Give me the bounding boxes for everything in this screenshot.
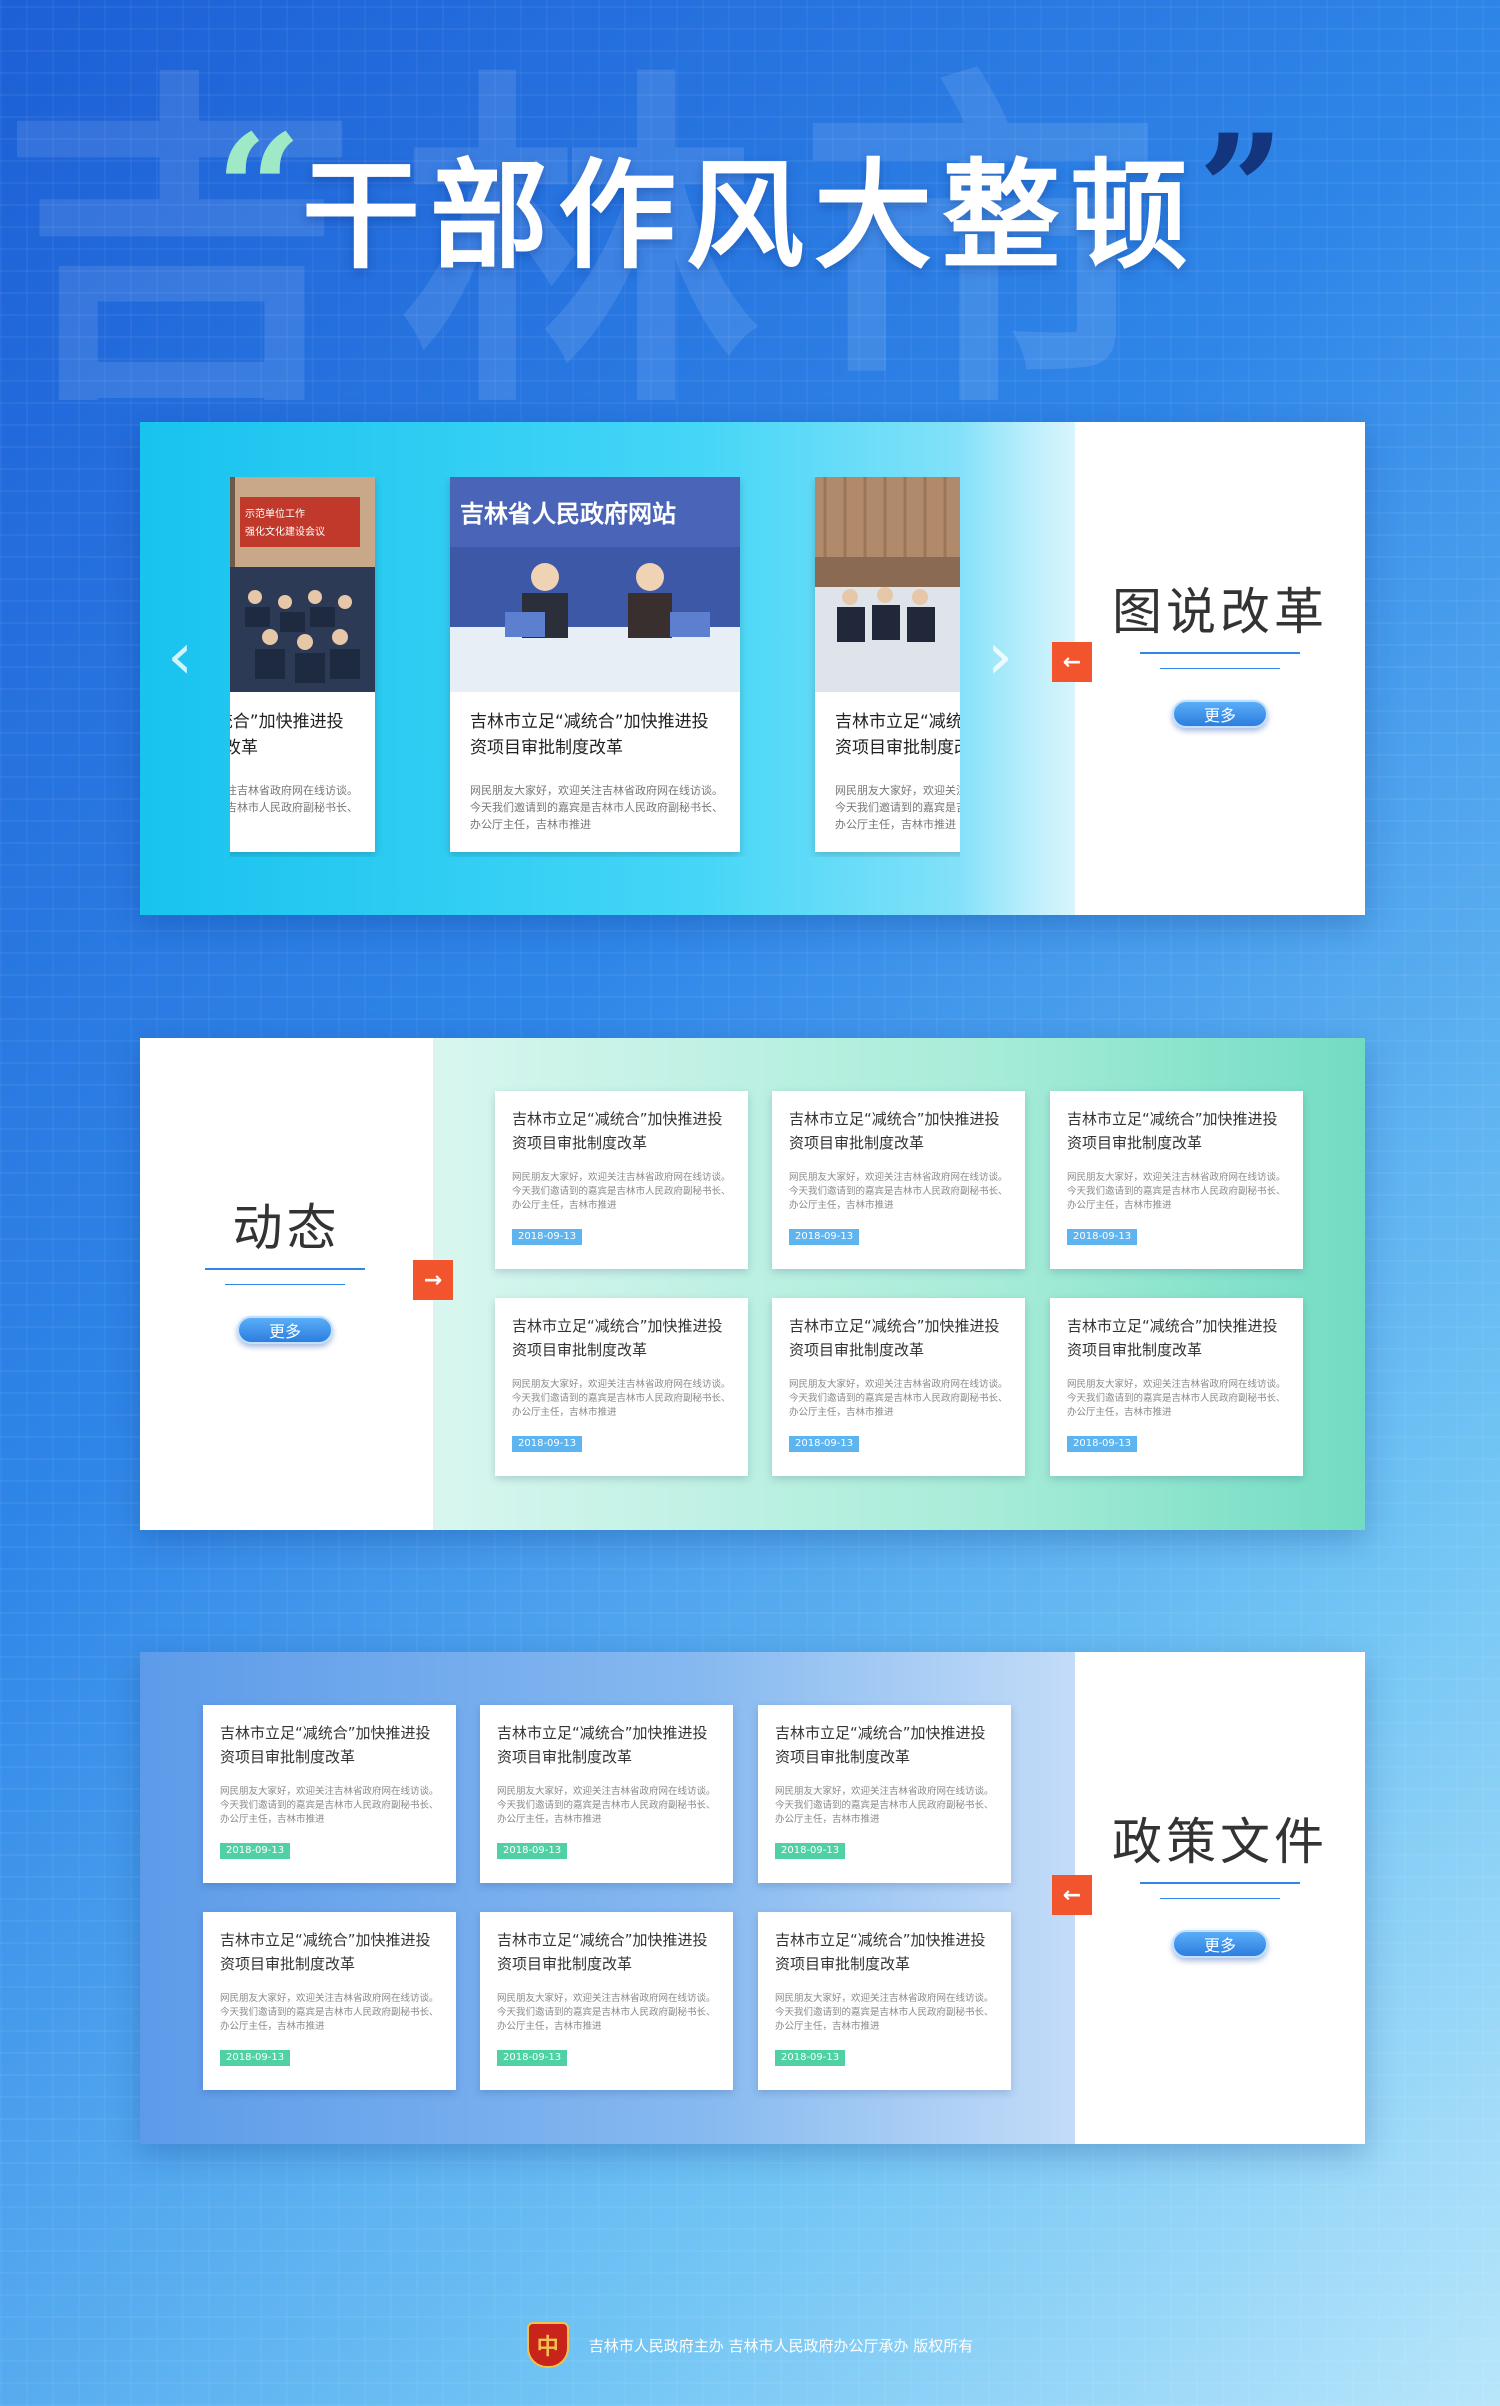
news-card-headline: 吉林市立足“减统合”加快推进投资项目审批制度改革 [512,1110,723,1152]
policy-date-badge: 2018-09-13 [497,1843,568,1859]
carousel-prev-button[interactable]: ‹ [160,625,200,689]
policy-card-headline: 吉林市立足“减统合”加快推进投资项目审批制度改革 [775,1724,986,1766]
title-underline [205,1268,365,1270]
section-news: 动态 更多 → 吉林市立足“减统合”加快推进投资项目审批制度改革 网民朋友大家好… [140,1038,1365,1530]
photo-card-headline: 吉林市立足“减统合”加快推进投资项目审批制度改革 [835,712,960,758]
photo-card-excerpt: 网民朋友大家好，欢迎关注吉林省政府网在线访谈。今天我们邀请到的嘉宾是吉林市人民政… [470,784,723,831]
policy-date-badge: 2018-09-13 [220,2050,291,2066]
more-button[interactable]: 更多 [1172,700,1268,728]
section-side-panel: 图说改革 更多 [1075,422,1365,915]
footer: 中 吉林市人民政府主办 吉林市人民政府办公厅承办 版权所有 [0,2315,1500,2375]
policy-card-headline: 吉林市立足“减统合”加快推进投资项目审批制度改革 [220,1724,431,1766]
page-title-text: 干部作风大整顿 [301,146,1198,285]
policy-card-excerpt: 网民朋友大家好，欢迎关注吉林省政府网在线访谈。今天我们邀请到的嘉宾是吉林市人民政… [497,1786,716,1825]
footer-copyright: 吉林市人民政府主办 吉林市人民政府办公厅承办 版权所有 [588,2336,974,2355]
policy-card[interactable]: 吉林市立足“减统合”加快推进投资项目审批制度改革 网民朋友大家好，欢迎关注吉林省… [480,1912,733,2090]
policy-date-badge: 2018-09-13 [220,1843,291,1859]
section-title: 政策文件 [1112,1813,1328,1871]
photo-card-excerpt: 网民朋友大家好，欢迎关注吉林省政府网在线访谈。今天我们邀请到的嘉宾是吉林市人民政… [835,784,960,831]
news-date-badge: 2018-09-13 [1067,1229,1138,1245]
policy-card[interactable]: 吉林市立足“减统合”加快推进投资项目审批制度改革 网民朋友大家好，欢迎关注吉林省… [758,1705,1011,1883]
news-date-badge: 2018-09-13 [789,1436,860,1452]
policy-card[interactable]: 吉林市立足“减统合”加快推进投资项目审批制度改革 网民朋友大家好，欢迎关注吉林省… [480,1705,733,1883]
more-button[interactable]: 更多 [1172,1930,1268,1958]
news-card[interactable]: 吉林市立足“减统合”加快推进投资项目审批制度改革 网民朋友大家好，欢迎关注吉林省… [1050,1091,1303,1269]
policy-card-excerpt: 网民朋友大家好，欢迎关注吉林省政府网在线访谈。今天我们邀请到的嘉宾是吉林市人民政… [220,1786,439,1825]
news-card[interactable]: 吉林市立足“减统合”加快推进投资项目审批制度改革 网民朋友大家好，欢迎关注吉林省… [495,1091,748,1269]
policy-card-excerpt: 网民朋友大家好，欢迎关注吉林省政府网在线访谈。今天我们邀请到的嘉宾是吉林市人民政… [220,1993,439,2032]
photo: 吉林省人民政府网站 [450,477,740,692]
section-side-panel: 动态 更多 [140,1038,433,1530]
section-title: 动态 [232,1199,341,1257]
photo-card[interactable]: 示范单位工作 强化文化建设会议 吉林市立足“减统合”加快推进投资项目审批制度改革… [230,477,375,852]
title-underline-short [1160,1898,1280,1899]
policy-card-headline: 吉林市立足“减统合”加快推进投资项目审批制度改革 [220,1931,431,1973]
section-policy-documents: 吉林市立足“减统合”加快推进投资项目审批制度改革 网民朋友大家好，欢迎关注吉林省… [140,1652,1365,2144]
photo-card[interactable]: 吉林省人民政府网站 吉林市立足“减统合”加快推进投资项目审批制度改革 网民朋友大… [450,477,740,852]
title-underline-short [1160,668,1280,669]
news-card-excerpt: 网民朋友大家好，欢迎关注吉林省政府网在线访谈。今天我们邀请到的嘉宾是吉林市人民政… [1067,1379,1286,1418]
title-underline [1140,1882,1300,1884]
svg-text:吉林省人民政府网站: 吉林省人民政府网站 [460,500,676,528]
news-card-headline: 吉林市立足“减统合”加快推进投资项目审批制度改革 [789,1110,1000,1152]
policy-card-excerpt: 网民朋友大家好，欢迎关注吉林省政府网在线访谈。今天我们邀请到的嘉宾是吉林市人民政… [775,1786,994,1825]
photo-card-headline: 吉林市立足“减统合”加快推进投资项目审批制度改革 [230,712,344,758]
news-card[interactable]: 吉林市立足“减统合”加快推进投资项目审批制度改革 网民朋友大家好，欢迎关注吉林省… [772,1091,1025,1269]
section-title: 图说改革 [1112,583,1328,641]
policy-card-excerpt: 网民朋友大家好，欢迎关注吉林省政府网在线访谈。今天我们邀请到的嘉宾是吉林市人民政… [497,1993,716,2032]
section-picture-reform: 示范单位工作 强化文化建设会议 吉林市立足“减统合”加快推进投资项目审批制度改革… [140,422,1365,915]
policy-card[interactable]: 吉林市立足“减统合”加快推进投资项目审批制度改革 网民朋友大家好，欢迎关注吉林省… [203,1912,456,2090]
policy-date-badge: 2018-09-13 [497,2050,568,2066]
photo-card-headline: 吉林市立足“减统合”加快推进投资项目审批制度改革 [470,712,709,758]
news-card-headline: 吉林市立足“减统合”加快推进投资项目审批制度改革 [1067,1317,1278,1359]
policy-card-headline: 吉林市立足“减统合”加快推进投资项目审批制度改革 [497,1931,708,1973]
policy-date-badge: 2018-09-13 [775,2050,846,2066]
page-title: “ 干部作风大整顿 ” [200,115,1300,290]
policy-card-headline: 吉林市立足“减统合”加快推进投资项目审批制度改革 [775,1931,986,1973]
arrow-left-icon[interactable]: ← [1052,642,1092,682]
news-card[interactable]: 吉林市立足“减统合”加快推进投资项目审批制度改革 网民朋友大家好，欢迎关注吉林省… [1050,1298,1303,1476]
photo-card[interactable]: 吉林市立足“减统合”加快推进投资项目审批制度改革 网民朋友大家好，欢迎关注吉林省… [815,477,960,852]
government-emblem-icon: 中 [526,2322,569,2368]
news-card-excerpt: 网民朋友大家好，欢迎关注吉林省政府网在线访谈。今天我们邀请到的嘉宾是吉林市人民政… [512,1379,731,1418]
arrow-left-icon[interactable]: ← [1052,1875,1092,1915]
photo-card-excerpt: 网民朋友大家好，欢迎关注吉林省政府网在线访谈。今天我们邀请到的嘉宾是吉林市人民政… [230,784,358,814]
svg-text:强化文化建设会议: 强化文化建设会议 [245,525,325,538]
more-button[interactable]: 更多 [237,1316,333,1344]
policy-card[interactable]: 吉林市立足“减统合”加快推进投资项目审批制度改革 网民朋友大家好，欢迎关注吉林省… [203,1705,456,1883]
news-card-headline: 吉林市立足“减统合”加快推进投资项目审批制度改革 [789,1317,1000,1359]
section-side-panel: 政策文件 更多 [1075,1652,1365,2144]
title-underline [1140,652,1300,654]
news-card-excerpt: 网民朋友大家好，欢迎关注吉林省政府网在线访谈。今天我们邀请到的嘉宾是吉林市人民政… [512,1172,731,1211]
photo: 示范单位工作 强化文化建设会议 [230,477,375,692]
news-date-badge: 2018-09-13 [512,1229,583,1245]
photo [815,477,960,692]
arrow-right-icon[interactable]: → [413,1260,453,1300]
news-card-excerpt: 网民朋友大家好，欢迎关注吉林省政府网在线访谈。今天我们邀请到的嘉宾是吉林市人民政… [789,1379,1008,1418]
news-date-badge: 2018-09-13 [1067,1436,1138,1452]
quote-open: “ [215,102,302,278]
policy-date-badge: 2018-09-13 [775,1843,846,1859]
policy-card-headline: 吉林市立足“减统合”加快推进投资项目审批制度改革 [497,1724,708,1766]
news-card[interactable]: 吉林市立足“减统合”加快推进投资项目审批制度改革 网民朋友大家好，欢迎关注吉林省… [495,1298,748,1476]
news-date-badge: 2018-09-13 [512,1436,583,1452]
news-card-headline: 吉林市立足“减统合”加快推进投资项目审批制度改革 [512,1317,723,1359]
news-card-headline: 吉林市立足“减统合”加快推进投资项目审批制度改革 [1067,1110,1278,1152]
photo-carousel: 示范单位工作 强化文化建设会议 吉林市立足“减统合”加快推进投资项目审批制度改革… [230,477,960,857]
news-card[interactable]: 吉林市立足“减统合”加快推进投资项目审批制度改革 网民朋友大家好，欢迎关注吉林省… [772,1298,1025,1476]
svg-text:示范单位工作: 示范单位工作 [245,507,305,520]
news-date-badge: 2018-09-13 [789,1229,860,1245]
news-card-excerpt: 网民朋友大家好，欢迎关注吉林省政府网在线访谈。今天我们邀请到的嘉宾是吉林市人民政… [1067,1172,1286,1211]
news-card-excerpt: 网民朋友大家好，欢迎关注吉林省政府网在线访谈。今天我们邀请到的嘉宾是吉林市人民政… [789,1172,1008,1211]
quote-close: ” [1198,102,1285,278]
title-underline-short [225,1284,345,1285]
policy-card[interactable]: 吉林市立足“减统合”加快推进投资项目审批制度改革 网民朋友大家好，欢迎关注吉林省… [758,1912,1011,2090]
policy-card-excerpt: 网民朋友大家好，欢迎关注吉林省政府网在线访谈。今天我们邀请到的嘉宾是吉林市人民政… [775,1993,994,2032]
